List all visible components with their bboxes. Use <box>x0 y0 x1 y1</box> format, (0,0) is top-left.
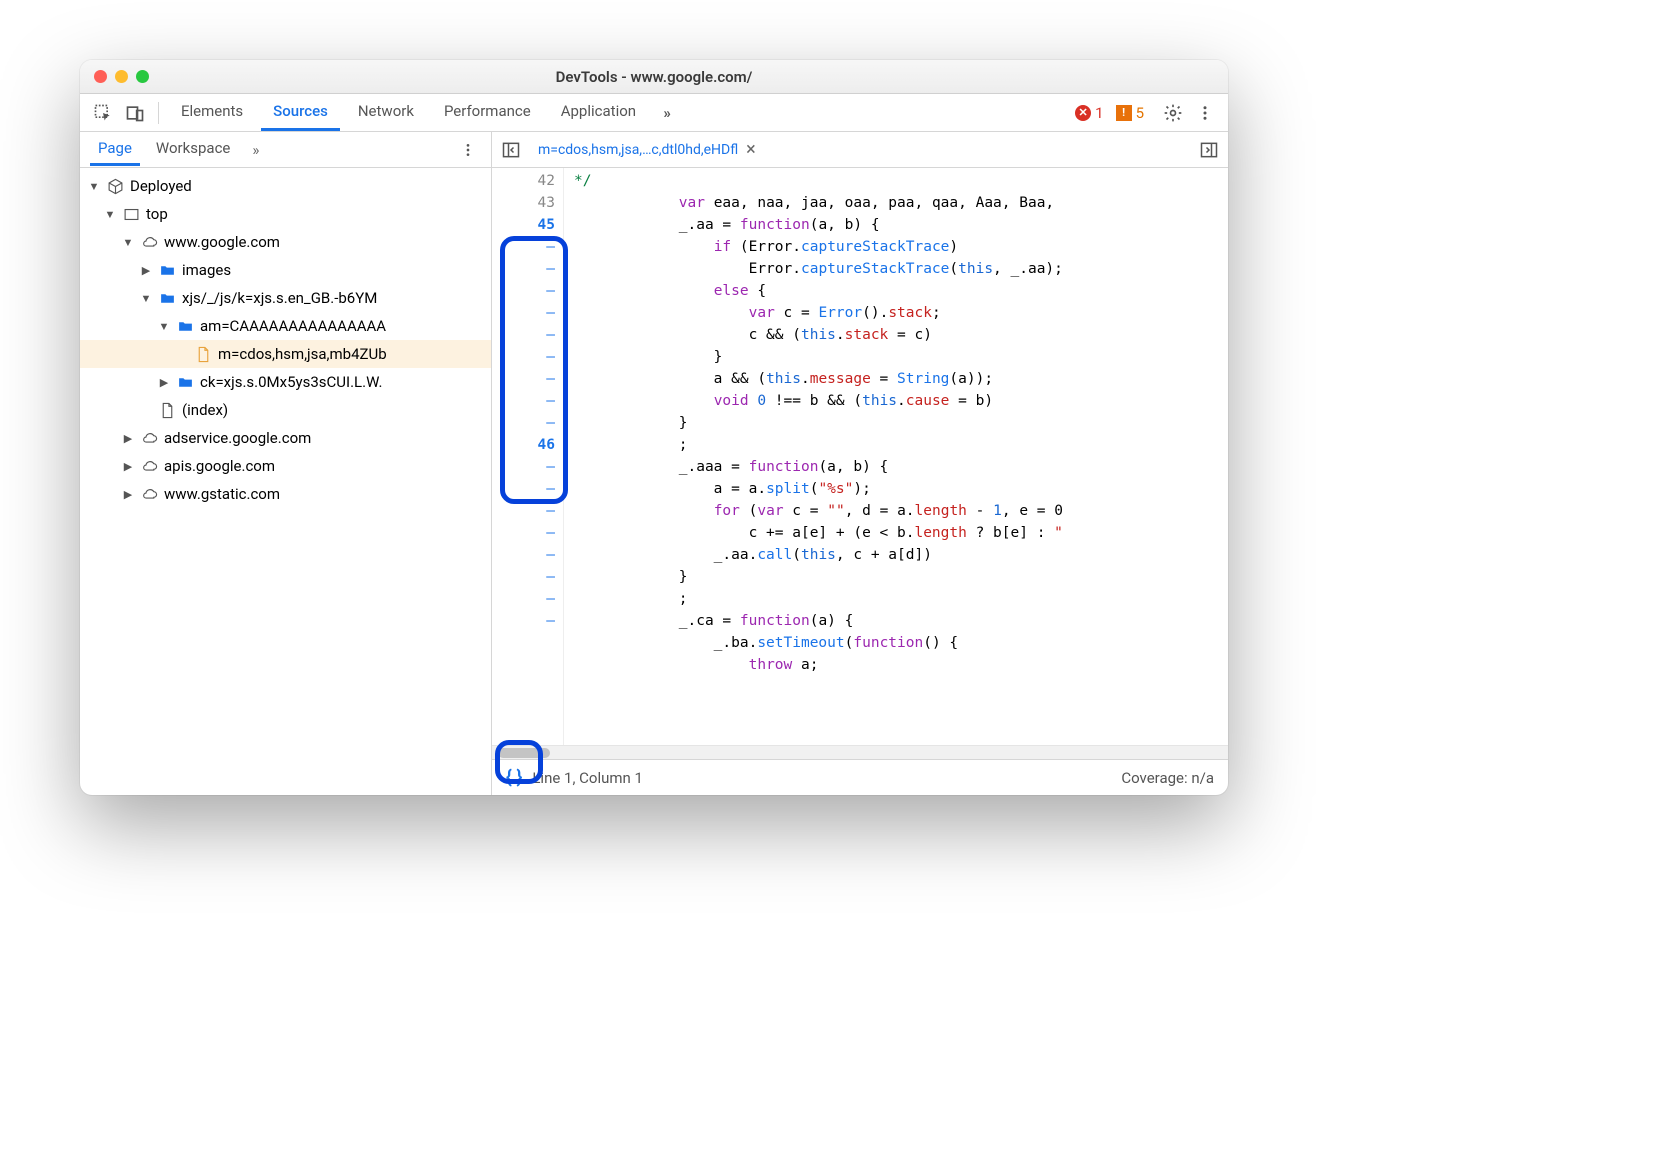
tree-file-selected[interactable]: m=cdos,hsm,jsa,mb4ZUb <box>80 340 491 368</box>
code-content[interactable]: */ var eaa, naa, jaa, oaa, paa, qaa, Aaa… <box>564 168 1228 745</box>
tree-folder-images[interactable]: ▶ images <box>80 256 491 284</box>
error-icon: ✕ <box>1075 105 1091 121</box>
tree-label: top <box>146 205 168 223</box>
tree-label: xjs/_/js/k=xjs.s.en_GB.-b6YM <box>182 289 377 307</box>
arrow-down-icon: ▼ <box>122 236 134 249</box>
cloud-icon <box>140 233 158 251</box>
tree-file-index[interactable]: (index) <box>80 396 491 424</box>
tab-sources[interactable]: Sources <box>261 94 340 131</box>
cloud-icon <box>140 485 158 503</box>
code-editor[interactable]: 424345–––––––––46–––––––– */ var eaa, na… <box>492 168 1228 745</box>
arrow-right-icon: ▶ <box>122 460 134 473</box>
warning-count-badge[interactable]: ! 5 <box>1116 104 1144 122</box>
page-tab[interactable]: Page <box>90 133 140 166</box>
workspace-tab[interactable]: Workspace <box>148 133 238 166</box>
box-icon <box>106 177 124 195</box>
separator <box>158 102 159 124</box>
horizontal-scrollbar[interactable] <box>492 745 1228 759</box>
error-count-badge[interactable]: ✕ 1 <box>1075 104 1103 122</box>
tree-folder-ck[interactable]: ▶ ck=xjs.s.0Mx5ys3sCUI.L.W. <box>80 368 491 396</box>
tree-domain-google[interactable]: ▼ www.google.com <box>80 228 491 256</box>
main-toolbar: Elements Sources Network Performance App… <box>80 94 1228 132</box>
tree-label: www.google.com <box>164 233 280 251</box>
arrow-right-icon: ▶ <box>140 264 152 277</box>
folder-icon <box>176 317 194 335</box>
arrow-right-icon: ▶ <box>158 376 170 389</box>
settings-icon[interactable] <box>1160 100 1186 126</box>
tree-deployed[interactable]: ▼ Deployed <box>80 172 491 200</box>
titlebar: DevTools - www.google.com/ <box>80 60 1228 94</box>
tree-domain-apis[interactable]: ▶ apis.google.com <box>80 452 491 480</box>
folder-icon <box>158 289 176 307</box>
tree-label: m=cdos,hsm,jsa,mb4ZUb <box>218 345 387 363</box>
toggle-debugger-icon[interactable] <box>1196 137 1222 163</box>
tree-folder-xjs[interactable]: ▼ xjs/_/js/k=xjs.s.en_GB.-b6YM <box>80 284 491 312</box>
warning-icon: ! <box>1116 105 1132 121</box>
arrow-down-icon: ▼ <box>88 180 100 193</box>
toggle-navigator-icon[interactable] <box>498 137 524 163</box>
more-subtabs-icon[interactable]: » <box>246 137 265 163</box>
tab-elements[interactable]: Elements <box>169 94 255 131</box>
arrow-right-icon: ▶ <box>122 432 134 445</box>
tree-label: (index) <box>182 401 228 419</box>
tab-network[interactable]: Network <box>346 94 426 131</box>
arrow-down-icon: ▼ <box>140 292 152 305</box>
window-title: DevTools - www.google.com/ <box>556 68 753 86</box>
folder-icon <box>176 373 194 391</box>
folder-icon <box>158 261 176 279</box>
tree-label: am=CAAAAAAAAAAAAAAA <box>200 317 386 335</box>
navigator-menu-icon[interactable] <box>455 137 481 163</box>
file-icon <box>194 345 212 363</box>
pretty-print-icon[interactable]: { } <box>506 767 522 788</box>
file-tab-active[interactable]: m=cdos,hsm,jsa,…c,dtl0hd,eHDfl × <box>532 139 762 160</box>
tab-performance[interactable]: Performance <box>432 94 543 131</box>
scrollbar-thumb[interactable] <box>498 748 550 758</box>
frame-icon <box>122 205 140 223</box>
arrow-right-icon: ▶ <box>122 488 134 501</box>
tree-label: adservice.google.com <box>164 429 311 447</box>
kebab-menu-icon[interactable] <box>1192 100 1218 126</box>
more-tabs-icon[interactable]: » <box>654 100 680 126</box>
tree-folder-am[interactable]: ▼ am=CAAAAAAAAAAAAAAA <box>80 312 491 340</box>
file-icon <box>158 401 176 419</box>
tree-label: images <box>182 261 231 279</box>
tree-top[interactable]: ▼ top <box>80 200 491 228</box>
error-count: 1 <box>1095 104 1103 122</box>
tree-label: www.gstatic.com <box>164 485 280 503</box>
arrow-down-icon: ▼ <box>104 208 116 221</box>
arrow-down-icon: ▼ <box>158 320 170 333</box>
navigator-panel: Page Workspace » ▼ Deployed ▼ top <box>80 132 492 795</box>
tab-application[interactable]: Application <box>549 94 648 131</box>
cursor-position: Line 1, Column 1 <box>532 769 643 787</box>
cloud-icon <box>140 429 158 447</box>
minimize-window-button[interactable] <box>115 70 128 83</box>
file-tree: ▼ Deployed ▼ top ▼ www.google.com ▶ <box>80 168 491 795</box>
tree-label: ck=xjs.s.0Mx5ys3sCUI.L.W. <box>200 373 382 391</box>
tree-domain-gstatic[interactable]: ▶ www.gstatic.com <box>80 480 491 508</box>
statusbar: { } Line 1, Column 1 Coverage: n/a <box>492 759 1228 795</box>
device-toolbar-icon[interactable] <box>122 100 148 126</box>
close-window-button[interactable] <box>94 70 107 83</box>
coverage-status: Coverage: n/a <box>1121 769 1214 787</box>
tree-label: apis.google.com <box>164 457 275 475</box>
cloud-icon <box>140 457 158 475</box>
maximize-window-button[interactable] <box>136 70 149 83</box>
line-gutter[interactable]: 424345–––––––––46–––––––– <box>492 168 564 745</box>
warning-count: 5 <box>1136 104 1144 122</box>
file-tab-label: m=cdos,hsm,jsa,…c,dtl0hd,eHDfl <box>538 142 738 158</box>
editor-panel: m=cdos,hsm,jsa,…c,dtl0hd,eHDfl × 424345–… <box>492 132 1228 795</box>
close-tab-icon[interactable]: × <box>746 139 756 160</box>
inspect-element-icon[interactable] <box>90 100 116 126</box>
tree-label: Deployed <box>130 177 192 195</box>
tree-domain-adservice[interactable]: ▶ adservice.google.com <box>80 424 491 452</box>
